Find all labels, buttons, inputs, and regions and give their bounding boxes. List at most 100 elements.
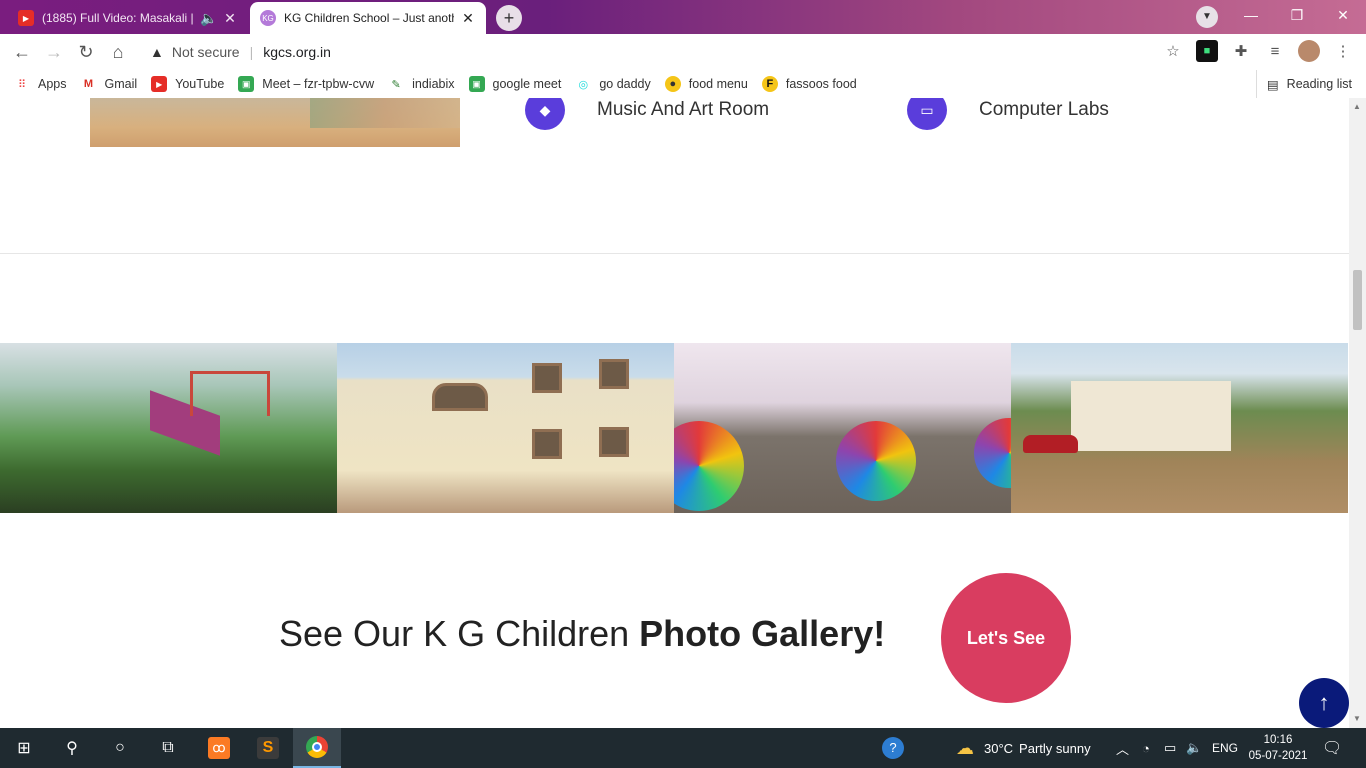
bookmark-star-icon[interactable]: ☆ [1162, 40, 1184, 62]
wifi-icon[interactable]: ◔ [1142, 728, 1150, 768]
weather-temp: 30°C [984, 740, 1014, 756]
tab-kgcs[interactable]: KG KG Children School – Just anothe ✕ [250, 2, 486, 34]
dance-performance-photo[interactable] [674, 343, 1011, 513]
minimize-button[interactable]: — [1228, 0, 1274, 30]
music-icon: ◆ [525, 98, 565, 130]
new-tab-button[interactable]: + [496, 5, 522, 31]
weather-desc: Partly sunny [1019, 740, 1091, 756]
food-icon: ● [664, 76, 681, 92]
scroll-thumb[interactable] [1353, 270, 1362, 330]
bookmark-godaddy[interactable]: ◎ go daddy [575, 76, 651, 92]
bookmark-gmail[interactable]: M Gmail [81, 76, 138, 92]
window-controls: — ❐ ✕ [1228, 0, 1366, 30]
battery-icon[interactable]: ▭ [1164, 728, 1176, 768]
extension-app-icon[interactable]: ■ [1196, 40, 1218, 62]
bookmark-indiabix[interactable]: ✎ indiabix [388, 76, 455, 92]
cortana-icon[interactable]: ○ [96, 728, 144, 768]
browser-toolbar: ← → ↻ ⌂ ▲ Not secure | kgcs.org.in ☆ ■ ✚… [0, 34, 1366, 70]
security-label: Not secure [171, 44, 240, 60]
heading-bold-text: Photo Gallery! [639, 613, 886, 654]
tab-youtube[interactable]: ▶ (1885) Full Video: Masakali | 🔈 ✕ [8, 2, 248, 34]
school-building-photo[interactable] [337, 343, 674, 513]
tab-search-icon[interactable]: ▼ [1196, 6, 1218, 28]
back-arrow-icon[interactable]: ← [10, 40, 34, 64]
bookmark-food-menu[interactable]: ● food menu [664, 76, 748, 92]
bookmark-label: fassoos food [785, 77, 857, 91]
arched-window-shape [432, 383, 488, 411]
reading-list-button[interactable]: ▤ Reading list [1255, 70, 1352, 98]
clock-time: 10:16 [1263, 734, 1293, 746]
chrome-icon[interactable] [293, 728, 341, 768]
bookmark-label: food menu [688, 77, 748, 91]
umbrella-shape [674, 421, 744, 511]
godaddy-icon: ◎ [578, 78, 589, 91]
weather-widget[interactable]: ☁ 30°C Partly sunny [956, 728, 1091, 768]
speaker-icon[interactable]: 🔈 [200, 10, 217, 27]
home-icon[interactable]: ⌂ [106, 40, 130, 64]
bookmark-google-meet[interactable]: ▣ google meet [468, 76, 561, 92]
back-to-top-button[interactable]: ↑ [1299, 678, 1349, 728]
forward-arrow-icon[interactable]: → [42, 40, 66, 64]
campus-garden-photo[interactable] [1011, 343, 1348, 513]
url-text[interactable]: kgcs.org.in [263, 44, 331, 60]
playground-photo[interactable] [0, 343, 337, 513]
search-icon[interactable]: ⚲ [48, 728, 96, 768]
meet-icon: ▣ [238, 76, 255, 92]
scroll-down-icon[interactable]: ▼ [1353, 714, 1361, 723]
bookmark-label: go daddy [599, 77, 651, 91]
warning-icon: ▲ [150, 44, 164, 60]
fassos-icon: F [761, 76, 778, 92]
reading-list-label: Reading list [1286, 77, 1352, 91]
monitor-icon: ▭ [907, 98, 947, 130]
reading-list-icon: ▤ [1266, 77, 1279, 92]
sublime-text-icon[interactable]: S [244, 728, 292, 768]
scroll-up-icon[interactable]: ▲ [1353, 102, 1361, 111]
restore-button[interactable]: ❐ [1274, 0, 1320, 30]
media-control-icon[interactable]: ≡ [1264, 40, 1286, 62]
facility-photo [90, 98, 460, 147]
page-scrollbar[interactable]: ▲ ▼ [1349, 98, 1366, 728]
windows-start-icon[interactable]: ⊞ [0, 728, 48, 768]
bookmark-meet[interactable]: ▣ Meet – fzr-tpbw-cvw [238, 76, 374, 92]
windows-taskbar: ⊞ ⚲ ○ ⧉ ꝏ S ? ☁ 30°C Partly sunny ︿ ◔ ▭ … [0, 728, 1366, 768]
language-indicator[interactable]: ENG [1212, 728, 1238, 768]
bookmark-fassos[interactable]: F fassoos food [761, 76, 857, 92]
help-icon[interactable]: ? [882, 728, 904, 768]
feature-label: Music And Art Room [597, 99, 770, 120]
bookmark-label: Apps [38, 77, 67, 91]
bookmark-apps[interactable]: ⠿ Apps [14, 76, 67, 92]
kgcs-icon: KG [260, 10, 276, 26]
notifications-icon[interactable]: 🗨 [1322, 728, 1342, 768]
section-divider [0, 253, 1349, 254]
volume-icon[interactable]: 🔈 [1186, 728, 1202, 768]
menu-kebab-icon[interactable]: ⋮ [1332, 40, 1354, 62]
address-bar[interactable]: ▲ Not secure | kgcs.org.in [140, 38, 1200, 66]
tray-chevron-icon[interactable]: ︿ [1116, 728, 1129, 768]
toolbar-actions: ☆ ■ ✚ ≡ ⋮ [1162, 40, 1354, 62]
profile-avatar[interactable] [1298, 40, 1320, 62]
extensions-puzzle-icon[interactable]: ✚ [1230, 40, 1252, 62]
bookmarks-bar: ⠿ Apps M Gmail ▶ YouTube ▣ Meet – fzr-tp… [0, 70, 1366, 98]
close-tab-icon[interactable]: ✕ [460, 10, 476, 27]
close-tab-icon[interactable]: ✕ [222, 10, 238, 27]
bookmark-youtube[interactable]: ▶ YouTube [151, 76, 224, 92]
apps-grid-icon: ⠿ [17, 78, 27, 91]
gallery-heading: See Our K G Children Photo Gallery! [279, 613, 885, 655]
feature-label: Computer Labs [979, 99, 1109, 120]
window-shape [532, 429, 562, 459]
youtube-icon: ▶ [18, 10, 34, 26]
clock[interactable]: 10:16 05-07-2021 [1248, 732, 1308, 764]
car-shape [1023, 435, 1078, 453]
feature-music-art-room: ◆ Music And Art Room [525, 98, 769, 130]
lets-see-button[interactable]: Let's See [941, 573, 1071, 703]
task-view-icon[interactable]: ⧉ [144, 728, 192, 768]
xampp-icon[interactable]: ꝏ [195, 728, 243, 768]
feature-computer-labs: ▭ Computer Labs [907, 98, 1109, 130]
building-shape [1071, 381, 1231, 451]
bookmark-label: YouTube [175, 77, 225, 91]
reload-icon[interactable]: ↻ [74, 40, 98, 64]
bookmark-label: Gmail [104, 77, 138, 91]
close-window-button[interactable]: ✕ [1320, 0, 1366, 30]
tab-title: (1885) Full Video: Masakali | [42, 11, 194, 25]
window-shape [532, 363, 562, 393]
